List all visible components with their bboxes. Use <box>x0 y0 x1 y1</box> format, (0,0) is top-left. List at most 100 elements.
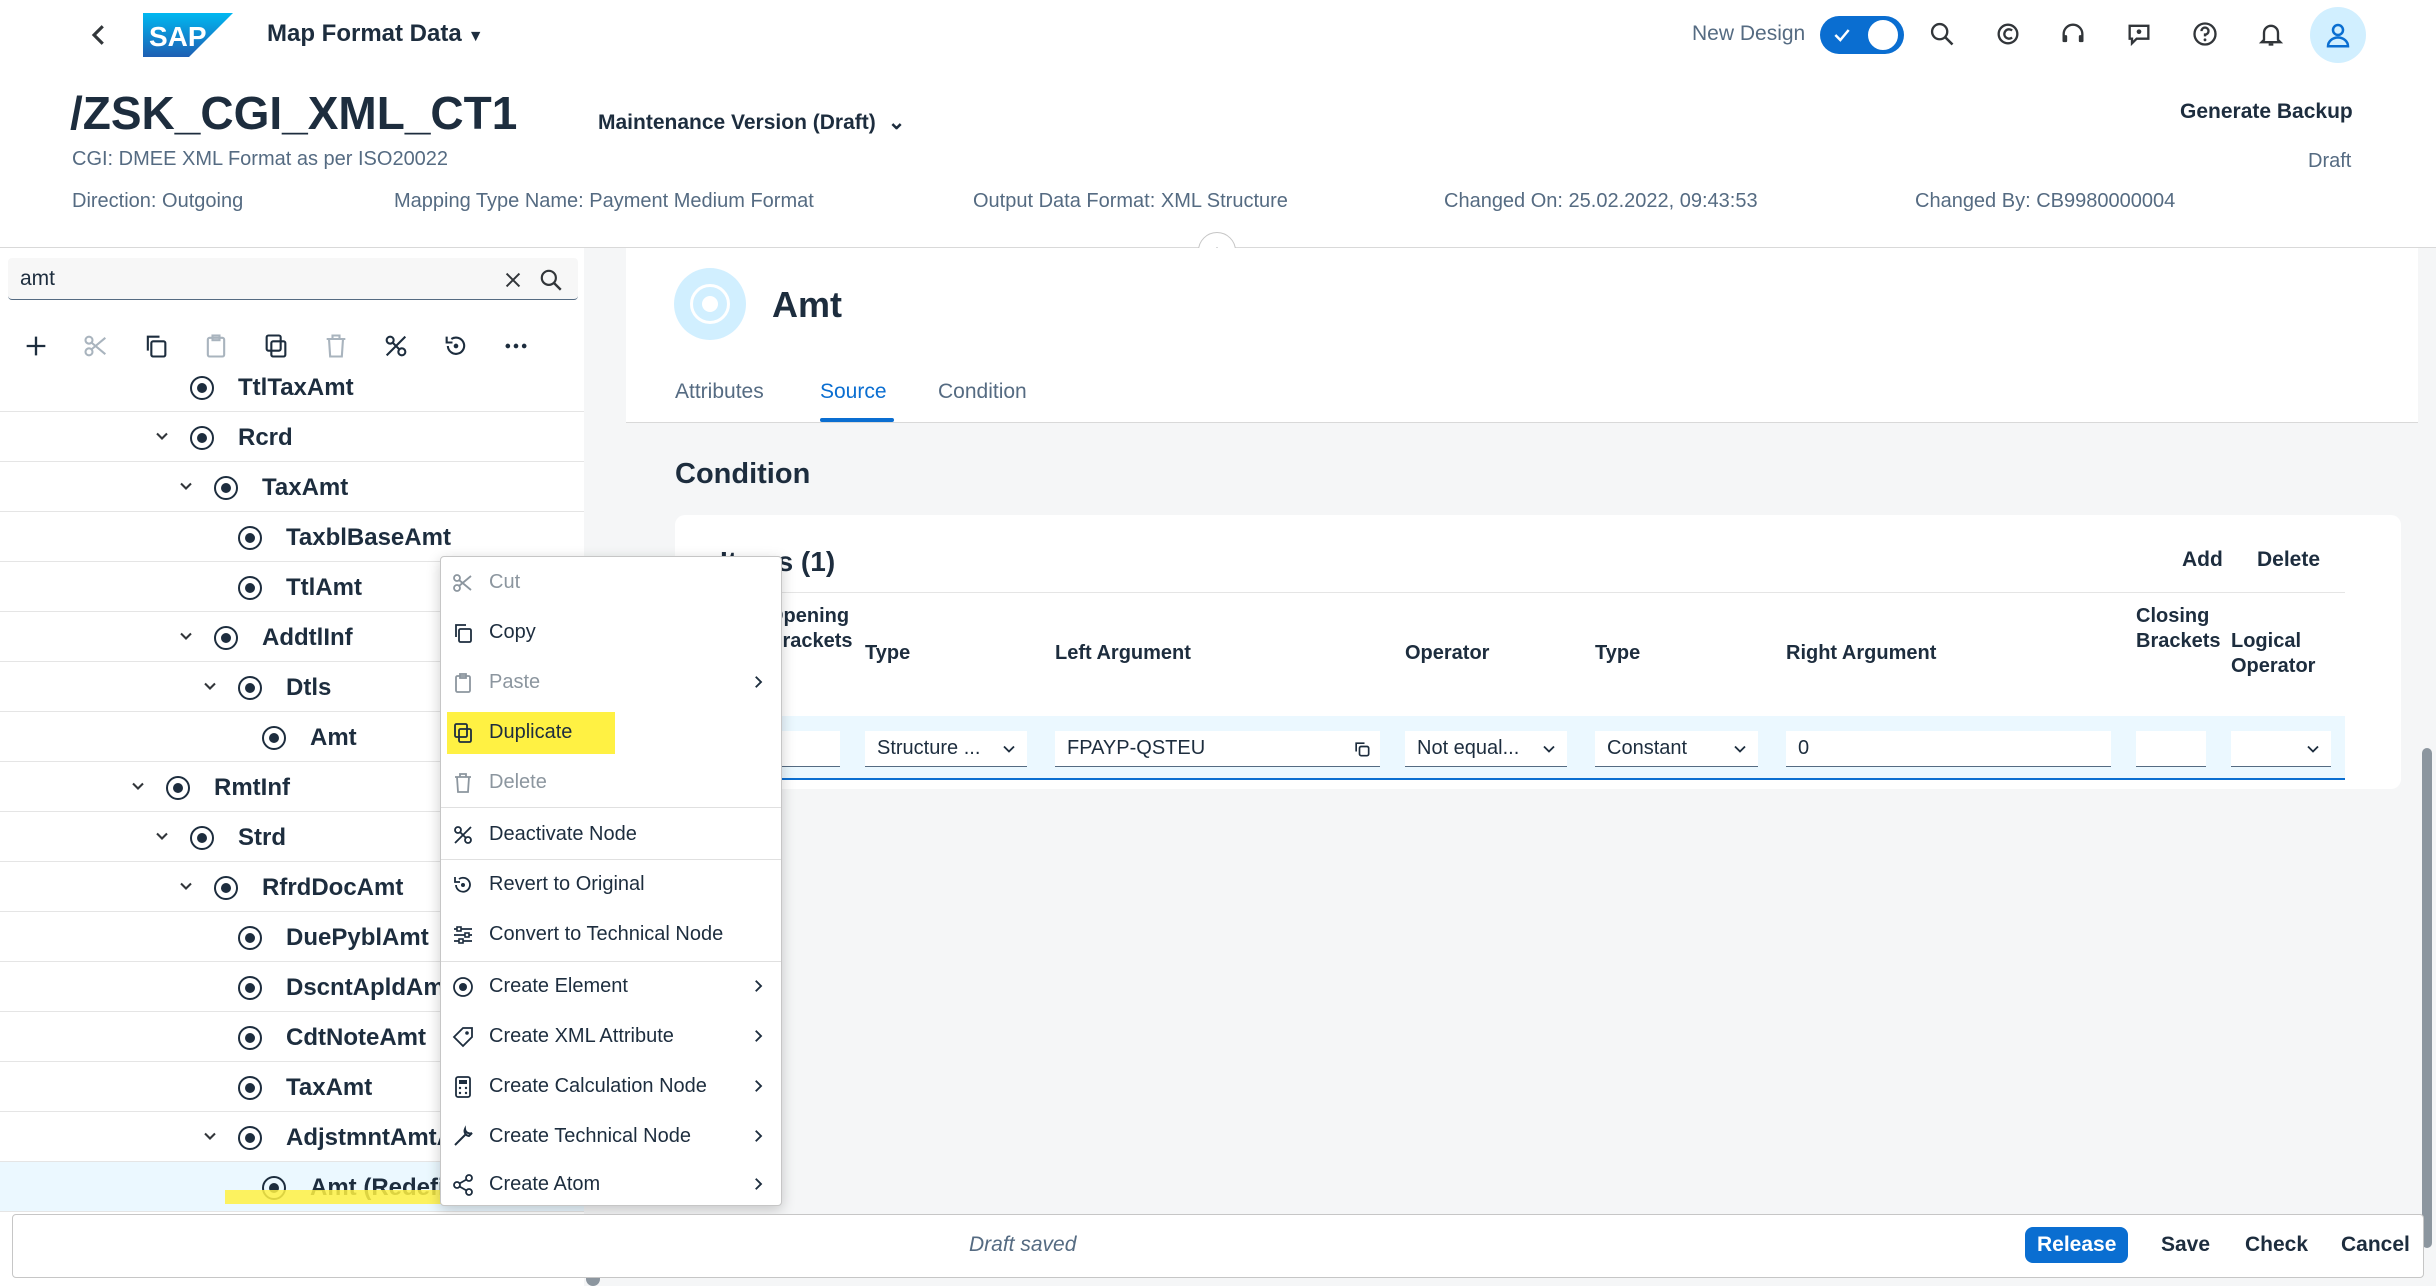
search-input[interactable]: amt <box>20 267 55 291</box>
value-help-icon[interactable] <box>1352 739 1372 759</box>
footer-bar: Draft saved Release Save Check Cancel <box>12 1214 2424 1278</box>
right-argument-input[interactable]: 0 <box>1786 731 2111 767</box>
menu-item-copy[interactable]: Copy <box>441 609 781 657</box>
type-2-select[interactable]: Constant <box>1595 731 1758 767</box>
chevron-down-icon[interactable] <box>176 876 196 896</box>
duplicate-icon[interactable] <box>258 328 294 364</box>
tab-attributes[interactable]: Attributes <box>675 380 764 404</box>
sliders-icon <box>451 923 475 947</box>
tree-node-label: Strd <box>238 824 286 851</box>
menu-item-cut: Cut <box>441 559 781 607</box>
element-icon <box>238 976 262 1000</box>
tree-row[interactable]: TaxblBaseAmt <box>0 512 584 562</box>
search-icon[interactable] <box>1922 14 1962 54</box>
revert-icon <box>451 873 475 897</box>
chevron-down-icon[interactable] <box>152 826 172 846</box>
col-logical-operator: Logical Operator <box>2231 630 2316 677</box>
page: SAP Map Format Data ▼ New Design /ZSK_CGI… <box>0 0 2436 1286</box>
changed-by-attr: Changed By: CB9980000004 <box>1915 190 2176 212</box>
bell-icon[interactable] <box>2251 14 2291 54</box>
new-design-toggle[interactable] <box>1820 16 1904 54</box>
revert-icon[interactable] <box>438 328 474 364</box>
copy-icon[interactable] <box>138 328 174 364</box>
generate-backup-button[interactable]: Generate Backup <box>2180 100 2353 124</box>
deactivate-node-icon[interactable] <box>378 328 414 364</box>
menu-item-create-xml-attribute[interactable]: Create XML Attribute <box>441 1013 781 1061</box>
duplicate-icon <box>451 721 475 745</box>
chevron-down-icon[interactable] <box>128 776 148 796</box>
type-select[interactable]: Structure ... <box>865 731 1027 767</box>
chevron-down-icon[interactable] <box>200 676 220 696</box>
calculator-icon <box>451 1075 475 1099</box>
add-button[interactable]: Add <box>2182 548 2223 572</box>
menu-item-create-element[interactable]: Create Element <box>441 963 781 1011</box>
menu-item-create-atom[interactable]: Create Atom <box>441 1161 781 1209</box>
node-title: Amt <box>772 284 842 325</box>
closing-brackets-input[interactable] <box>2136 731 2206 767</box>
menu-item-deactivate-node[interactable]: Deactivate Node <box>441 811 781 859</box>
app-title[interactable]: Map Format Data ▼ <box>267 20 484 48</box>
chevron-down-icon[interactable] <box>152 426 172 446</box>
sap-logo: SAP <box>143 13 233 57</box>
cancel-button[interactable]: Cancel <box>2331 1227 2420 1263</box>
back-icon[interactable] <box>84 20 114 50</box>
scrollbar[interactable] <box>2422 748 2432 1248</box>
context-menu: Cut Copy Paste Duplicate Delete Deactiva… <box>440 556 782 1206</box>
tab-condition[interactable]: Condition <box>938 380 1027 404</box>
tree-node-label: TaxblBaseAmt <box>286 524 451 551</box>
delete-button[interactable]: Delete <box>2257 548 2320 572</box>
version-selector[interactable]: Maintenance Version (Draft) ⌄ <box>598 110 905 135</box>
cut-icon <box>451 571 475 595</box>
release-button[interactable]: Release <box>2025 1227 2129 1263</box>
save-button[interactable]: Save <box>2151 1227 2220 1263</box>
clear-icon[interactable] <box>502 269 524 291</box>
check-button[interactable]: Check <box>2235 1227 2318 1263</box>
search-icon[interactable] <box>538 267 564 293</box>
left-argument-input[interactable]: FPAYP-QSTEU <box>1055 731 1380 767</box>
delete-icon <box>451 771 475 795</box>
cut-icon <box>78 328 114 364</box>
help-icon[interactable] <box>2185 14 2225 54</box>
element-icon <box>262 726 286 750</box>
chevron-down-icon[interactable] <box>176 476 196 496</box>
chevron-down-icon[interactable] <box>176 626 196 646</box>
new-design-label: New Design <box>1692 22 1806 45</box>
deactivate-node-icon <box>451 823 475 847</box>
tree-node-label: RmtInf <box>214 774 290 801</box>
object-subtitle: CGI: DMEE XML Format as per ISO20022 <box>72 148 449 170</box>
app-title-caret-icon: ▼ <box>467 28 484 45</box>
avatar[interactable] <box>2310 7 2366 63</box>
tree-node-label: TtlAmt <box>286 574 362 601</box>
joule-icon[interactable] <box>1988 14 2028 54</box>
col-operator: Operator <box>1405 642 1490 664</box>
condition-section-title: Condition <box>675 458 811 490</box>
tree-row[interactable]: TaxAmt <box>0 462 584 512</box>
feedback-icon[interactable] <box>2119 14 2159 54</box>
chevron-down-icon <box>1003 745 1015 753</box>
svg-text:SAP: SAP <box>149 21 207 52</box>
mapping-type-attr: Mapping Type Name: Payment Medium Format <box>394 190 814 212</box>
add-icon[interactable] <box>18 328 54 364</box>
menu-item-duplicate[interactable]: Duplicate <box>441 709 781 757</box>
element-icon <box>190 826 214 850</box>
menu-item-create-calculation-node[interactable]: Create Calculation Node <box>441 1063 781 1111</box>
menu-item-create-technical-node[interactable]: Create Technical Node <box>441 1113 781 1161</box>
element-icon <box>214 876 238 900</box>
logical-operator-select[interactable] <box>2231 731 2331 767</box>
tab-source[interactable]: Source <box>820 380 887 404</box>
tree-row[interactable]: Rcrd <box>0 412 584 462</box>
col-closing-brackets: Closing Brackets <box>2136 605 2221 652</box>
menu-item-convert-to-technical-node[interactable]: Convert to Technical Node <box>441 911 781 959</box>
chevron-down-icon[interactable] <box>200 1126 220 1146</box>
search-field[interactable]: amt <box>8 258 578 300</box>
element-icon <box>238 1126 262 1150</box>
footer-message: Draft saved <box>969 1233 1077 1256</box>
element-icon <box>674 268 746 340</box>
menu-item-revert-to-original[interactable]: Revert to Original <box>441 861 781 909</box>
operator-select[interactable]: Not equal... <box>1405 731 1567 767</box>
tree-row[interactable]: TtlTaxAmt <box>0 362 584 412</box>
more-icon[interactable] <box>498 328 534 364</box>
headset-icon[interactable] <box>2053 14 2093 54</box>
element-icon <box>238 676 262 700</box>
element-icon <box>238 1026 262 1050</box>
